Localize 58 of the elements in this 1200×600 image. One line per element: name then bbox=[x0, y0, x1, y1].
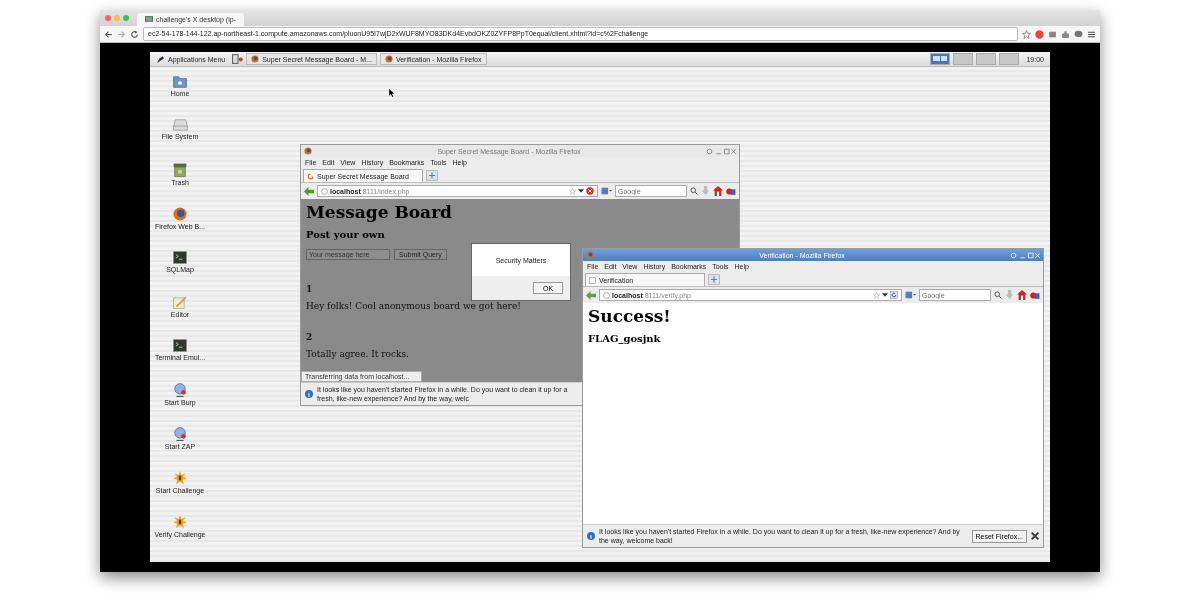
back-arrow-icon[interactable] bbox=[586, 290, 596, 300]
back-icon[interactable] bbox=[104, 29, 113, 39]
menu-icon[interactable] bbox=[1087, 29, 1096, 39]
monitor-icon bbox=[145, 16, 153, 23]
section-heading: Post your own bbox=[306, 228, 386, 241]
workspace-switcher[interactable] bbox=[999, 53, 1020, 65]
page-heading: Message Board bbox=[306, 202, 453, 222]
puzzle-icon[interactable] bbox=[1061, 29, 1070, 39]
close-icon[interactable] bbox=[1031, 532, 1039, 540]
firefox-icon bbox=[384, 55, 393, 63]
drive-icon[interactable] bbox=[172, 119, 188, 131]
search-icon[interactable] bbox=[994, 291, 1002, 299]
explosion-icon[interactable] bbox=[173, 471, 187, 485]
firefox-icon bbox=[586, 251, 594, 259]
window-controls-icon[interactable] bbox=[1010, 251, 1040, 259]
search-icon[interactable] bbox=[690, 187, 698, 195]
addon-icon[interactable] bbox=[1030, 290, 1040, 300]
post-text: Totally agree. It rocks. bbox=[306, 349, 409, 360]
terminal-icon[interactable] bbox=[173, 339, 187, 352]
reload-icon[interactable] bbox=[890, 291, 898, 299]
firefox-icon bbox=[304, 147, 312, 155]
globe-network-icon[interactable] bbox=[173, 383, 187, 397]
new-tab-icon[interactable] bbox=[426, 170, 438, 181]
explosion-icon[interactable] bbox=[173, 515, 187, 529]
info-icon bbox=[305, 390, 313, 398]
star-icon[interactable] bbox=[1022, 29, 1031, 39]
firefox-icon[interactable] bbox=[173, 207, 187, 221]
reload-icon[interactable] bbox=[130, 29, 139, 39]
mouse-cursor-icon bbox=[389, 89, 395, 97]
addon-icon[interactable] bbox=[726, 186, 736, 196]
stop-icon[interactable] bbox=[586, 187, 594, 195]
home-icon[interactable] bbox=[713, 186, 723, 196]
page-icon bbox=[589, 276, 596, 284]
window-controls-icon[interactable] bbox=[706, 147, 736, 155]
page-heading: Success! bbox=[588, 306, 672, 326]
back-arrow-icon[interactable] bbox=[304, 186, 314, 196]
new-tab-icon[interactable] bbox=[708, 274, 720, 285]
globe-network-icon[interactable] bbox=[173, 427, 187, 441]
dropdown-caret-icon[interactable] bbox=[578, 188, 584, 194]
post-number: 2 bbox=[306, 332, 313, 343]
loading-spinner-icon bbox=[307, 172, 314, 180]
home-icon[interactable] bbox=[1017, 290, 1027, 300]
star-icon[interactable] bbox=[569, 187, 576, 195]
info-icon bbox=[587, 532, 595, 540]
post-number: 1 bbox=[306, 284, 313, 295]
trash-icon[interactable] bbox=[173, 163, 187, 177]
folder-icon[interactable] bbox=[173, 75, 187, 88]
flag-text: FLAG_gosjnk bbox=[588, 332, 662, 345]
workspace-switcher[interactable] bbox=[976, 53, 997, 65]
taskbar-launcher-icon[interactable] bbox=[232, 54, 244, 64]
star-icon[interactable] bbox=[873, 291, 880, 299]
workspace-switcher[interactable] bbox=[930, 53, 951, 65]
firefox-icon bbox=[251, 55, 260, 63]
dropdown-caret-icon[interactable] bbox=[882, 292, 888, 298]
post-text: Hey folks! Cool anonymous board we got here! bbox=[306, 301, 521, 312]
workspace-switcher[interactable] bbox=[953, 53, 974, 65]
terminal-icon[interactable] bbox=[173, 251, 187, 264]
notepad-pencil-icon[interactable] bbox=[173, 295, 187, 309]
